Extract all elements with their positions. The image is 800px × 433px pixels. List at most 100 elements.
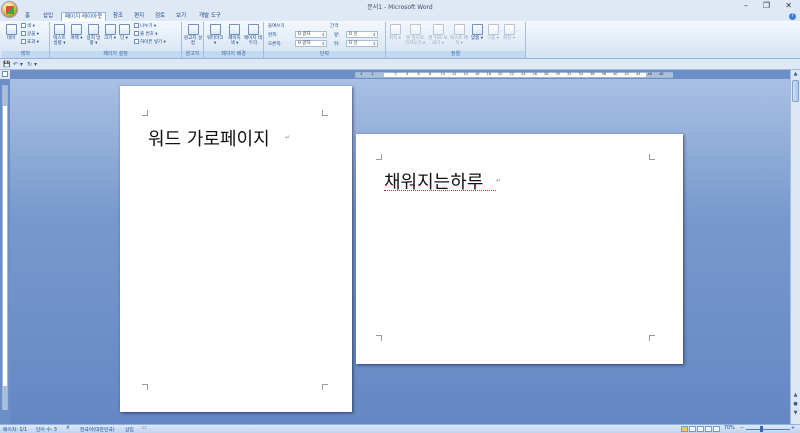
- theme-effects-button[interactable]: 효과 ▾: [21, 39, 39, 45]
- tab-developer[interactable]: 개발 도구: [196, 12, 224, 21]
- vertical-ruler[interactable]: [2, 85, 8, 410]
- indent-left-label: 왼쪽:: [268, 33, 278, 38]
- minimize-button[interactable]: –: [744, 1, 748, 10]
- ruler-tick-label: 44: [636, 72, 641, 76]
- orientation-icon: [88, 24, 99, 35]
- word-count[interactable]: 단어 수: 3: [36, 426, 57, 433]
- breaks-icon: [134, 23, 139, 28]
- group-page-background: 워터마크 ▾ 페이지 색 ▾ 페이지 테두리 페이지 배경: [204, 22, 264, 58]
- tab-mailings[interactable]: 편지: [131, 12, 147, 21]
- line-numbers-icon: [134, 31, 139, 36]
- ruler-tick-label: 2: [394, 72, 397, 76]
- theme-button[interactable]: 테마: [4, 24, 18, 41]
- size-button[interactable]: 크기 ▾: [103, 24, 117, 41]
- line-numbers-button[interactable]: 줄 번호 ▾: [134, 31, 158, 37]
- ruler-tick-label: 40: [613, 72, 618, 76]
- ruler-tick-label: 34: [578, 72, 583, 76]
- tab-review[interactable]: 검토: [152, 12, 168, 21]
- ruler-tick-label: 20: [498, 72, 503, 76]
- columns-icon: [118, 24, 130, 35]
- scroll-thumb[interactable]: [792, 80, 799, 102]
- redo-icon[interactable]: ↻: [27, 61, 32, 68]
- ruler-tick-label: 2: [371, 72, 374, 76]
- page-portrait[interactable]: 워드 가로페이지 ↵: [120, 86, 352, 412]
- office-button[interactable]: [1, 1, 18, 18]
- manuscript-settings-button[interactable]: 원고지 설정: [184, 24, 202, 46]
- page-landscape[interactable]: 채워지는하루 ↵: [356, 134, 683, 364]
- breaks-button[interactable]: 나누기 ▾: [134, 23, 156, 29]
- tab-insert[interactable]: 삽입: [40, 12, 56, 21]
- align-icon: [471, 24, 483, 35]
- page-count[interactable]: 페이지: 1/1: [3, 426, 27, 433]
- page-color-icon: [229, 24, 240, 35]
- quick-access-toolbar: 💾 ↶ ▾ ↻ ▾: [0, 59, 800, 70]
- bring-to-front-button[interactable]: 맨 앞으로 가져오기 ▾: [404, 24, 426, 46]
- columns-button[interactable]: 단 ▾: [118, 24, 130, 41]
- scroll-up-page-icon[interactable]: ▲: [792, 392, 799, 399]
- insert-mode[interactable]: 삽입: [125, 426, 134, 433]
- scroll-down-icon[interactable]: ▼: [792, 410, 799, 417]
- crop-mark: [649, 335, 655, 341]
- close-button[interactable]: ✕: [785, 1, 792, 10]
- crop-mark: [376, 154, 382, 160]
- save-icon[interactable]: 💾: [3, 61, 10, 68]
- group-objects-button[interactable]: 그룹 ▾: [486, 24, 500, 41]
- zoom-in-button[interactable]: +: [791, 426, 795, 431]
- indent-right-field[interactable]: 0 글자 ⇕: [295, 40, 327, 47]
- group-icon: [487, 24, 499, 35]
- text-direction-button[interactable]: 텍스트 방향 ▾: [51, 24, 68, 46]
- theme-colors-button[interactable]: 색 ▾: [21, 23, 35, 29]
- horizontal-ruler[interactable]: 4 2 2 4 6 8 10 12 14 16 18 20 22 24 26 28 30 32 34 36 38 40 42…: [355, 72, 673, 78]
- group-manuscript: 원고지 설정 원고지: [182, 22, 204, 58]
- tab-home[interactable]: 홈: [22, 12, 33, 21]
- macro-record-icon[interactable]: ▭: [142, 426, 147, 431]
- group-paragraph: 들여쓰기 간격 왼쪽: 0 글자 ⇕ 오른쪽: 0 글자 ⇕ 앞: 0 선 ⇕ 뒤: …: [264, 22, 386, 58]
- zoom-level[interactable]: 70%: [724, 426, 735, 431]
- group-theme: 테마 색 ▾ 글꼴 ▾ 효과 ▾ 테마: [2, 22, 50, 58]
- view-web-layout-icon[interactable]: [697, 426, 704, 432]
- watermark-button[interactable]: 워터마크 ▾: [205, 24, 225, 46]
- maximize-button[interactable]: ❐: [763, 1, 770, 10]
- send-to-back-button[interactable]: 맨 뒤로 보내기 ▾: [428, 24, 448, 46]
- paragraph-mark: ↵: [285, 134, 291, 141]
- zoom-slider-knob[interactable]: [760, 426, 763, 432]
- page-borders-button[interactable]: 페이지 테두리: [244, 24, 262, 46]
- zoom-slider[interactable]: [746, 429, 790, 430]
- text-wrapping-button[interactable]: 텍스트 배치 ▾: [450, 24, 468, 46]
- vertical-scrollbar[interactable]: ▲ ▲ ● ▼: [790, 70, 800, 424]
- margins-button[interactable]: 여백 ▾: [69, 24, 84, 41]
- page-color-button[interactable]: 페이지 색 ▾: [226, 24, 243, 46]
- undo-icon[interactable]: ↶ ▾: [13, 61, 23, 68]
- hyphenation-button[interactable]: 하이픈 넣기 ▾: [134, 39, 166, 45]
- view-draft-icon[interactable]: [713, 426, 720, 432]
- rotate-button[interactable]: 회전 ▾: [502, 24, 516, 41]
- help-icon[interactable]: ?: [789, 13, 796, 20]
- spacing-before-field[interactable]: 0 선 ⇕: [346, 31, 378, 38]
- orientation-button[interactable]: 용지 방향 ▾: [85, 24, 102, 46]
- view-outline-icon[interactable]: [705, 426, 712, 432]
- ruler-toggle-button[interactable]: [2, 71, 8, 77]
- view-print-layout-icon[interactable]: [681, 426, 688, 432]
- ruler-tick-label: 8: [429, 72, 432, 76]
- position-button[interactable]: 위치 ▾: [388, 24, 402, 41]
- tab-page-layout[interactable]: 페이지 레이아웃: [61, 12, 107, 21]
- proofing-icon[interactable]: ✗: [66, 426, 70, 431]
- tab-view[interactable]: 보기: [173, 12, 189, 21]
- ruler-tick-label: 48: [659, 72, 664, 76]
- view-full-screen-icon[interactable]: [689, 426, 696, 432]
- indent-left-field[interactable]: 0 글자 ⇕: [295, 31, 327, 38]
- theme-fonts-button[interactable]: 글꼴 ▾: [21, 31, 39, 37]
- group-label-manuscript: 원고지: [182, 51, 203, 58]
- zoom-out-button[interactable]: −: [740, 426, 744, 431]
- scroll-up-icon[interactable]: ▲: [792, 71, 799, 78]
- ruler-tick-label: 42: [624, 72, 629, 76]
- browse-object-icon[interactable]: ●: [792, 401, 799, 408]
- ruler-tick-label: 16: [475, 72, 480, 76]
- page1-text[interactable]: 워드 가로페이지: [148, 125, 270, 151]
- spacing-after-field[interactable]: 0 선 ⇕: [346, 40, 378, 47]
- language[interactable]: 한국어(대한민국): [80, 426, 115, 433]
- ruler-tick-label: 22: [509, 72, 514, 76]
- tab-references[interactable]: 참조: [110, 12, 126, 21]
- qat-more-icon[interactable]: ▾: [34, 61, 37, 68]
- align-button[interactable]: 맞춤 ▾: [470, 24, 484, 41]
